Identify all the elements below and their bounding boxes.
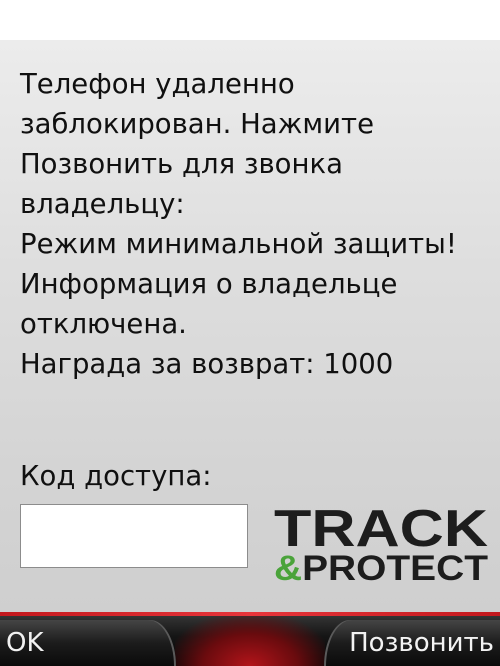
track-protect-logo: TRACK &PROTECT (274, 500, 489, 584)
access-code-input[interactable] (20, 504, 248, 568)
lock-screen-content: Телефон удаленно заблокирован. Нажмите П… (0, 40, 500, 612)
lock-message: Телефон удаленно заблокирован. Нажмите П… (20, 64, 490, 384)
message-line: Информация о владельце (20, 268, 398, 300)
phone-screen: Телефон удаленно заблокирован. Нажмите П… (0, 0, 500, 666)
message-line: заблокирован. Нажмите (20, 108, 374, 140)
message-line: Позвонить для звонка (20, 148, 343, 180)
message-line: Телефон удаленно (20, 68, 295, 100)
status-strip (0, 0, 500, 40)
message-line: Режим минимальной защиты! (20, 228, 457, 260)
ok-softkey[interactable]: OK (0, 620, 176, 666)
message-line: владельцу: (20, 188, 185, 220)
message-line: отключена. (20, 308, 187, 340)
logo-protect: PROTECT (302, 549, 488, 584)
logo-ampersand: & (274, 549, 302, 584)
softkey-center-glow (175, 616, 325, 666)
softkey-bar: OK Позвонить (0, 612, 500, 666)
access-code-label: Код доступа: (20, 460, 212, 492)
logo-word-protect: &PROTECT (274, 549, 488, 584)
message-line: Награда за возврат: 1000 (20, 348, 394, 380)
call-softkey[interactable]: Позвонить (324, 620, 500, 666)
